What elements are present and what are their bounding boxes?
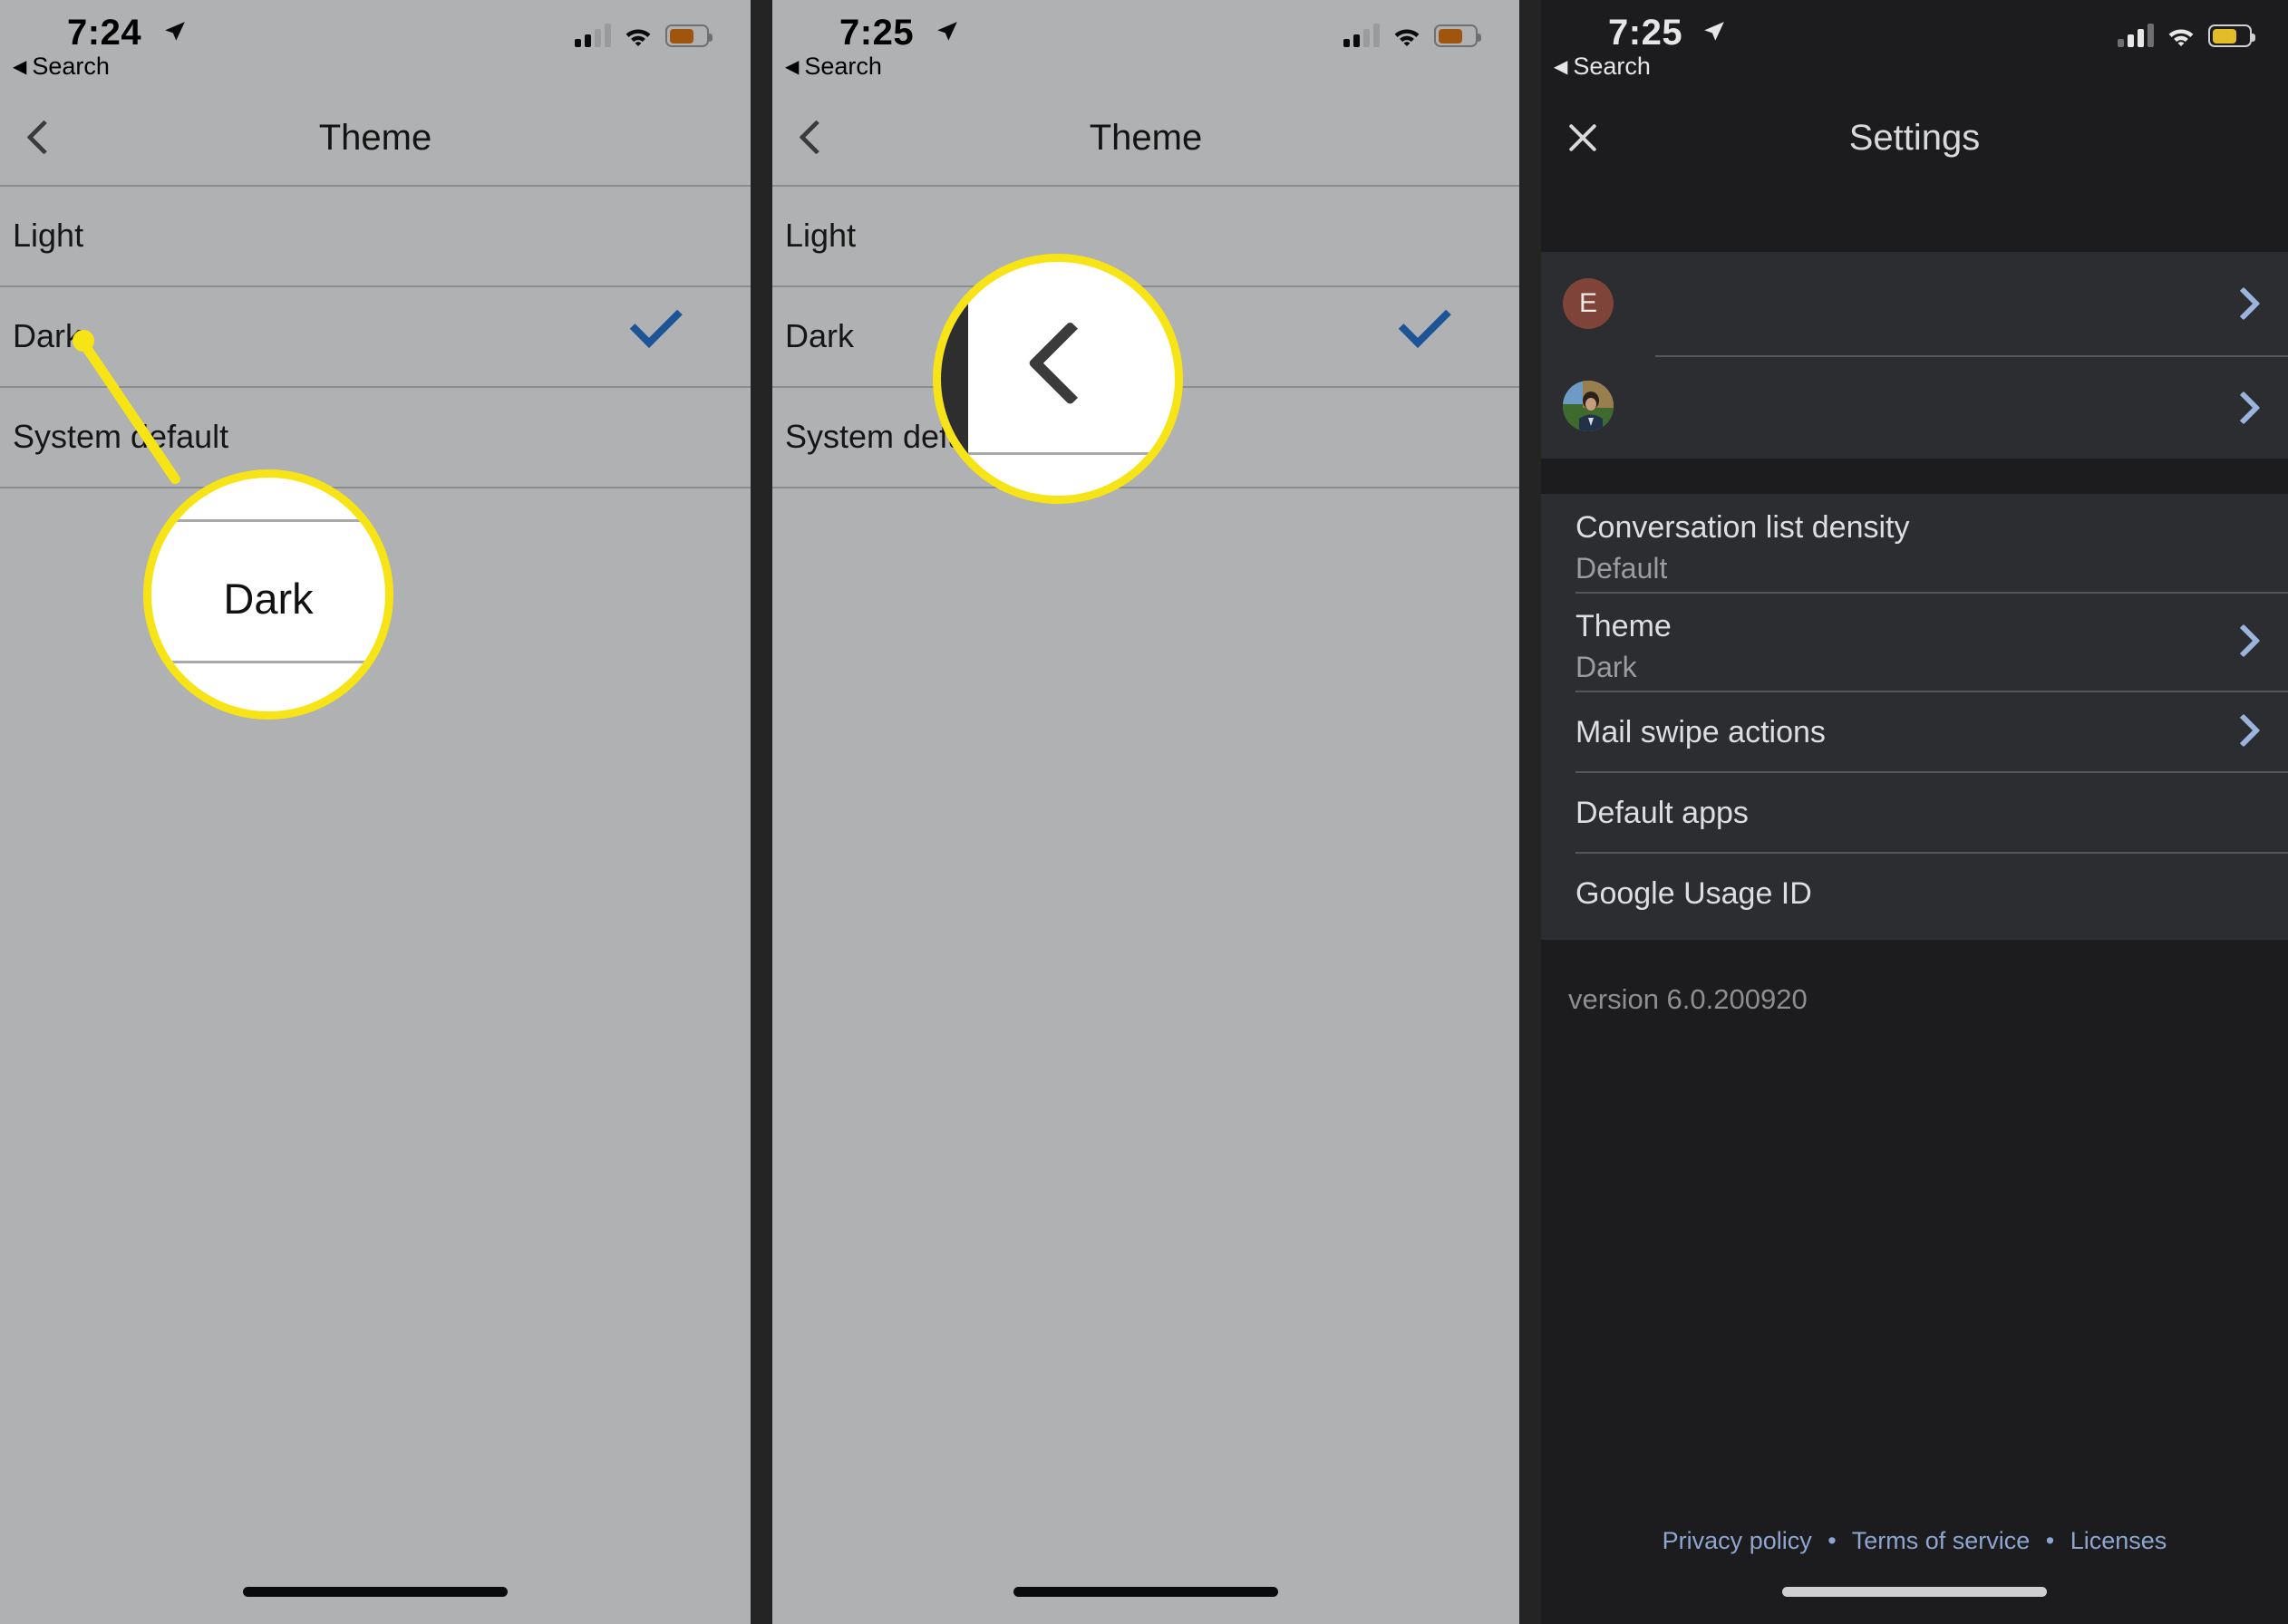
status-icons (1343, 24, 1481, 47)
nav-bar: Settings (1541, 91, 2288, 185)
status-time: 7:25 (839, 13, 915, 53)
theme-option-label: Dark (13, 317, 82, 354)
page-title: Theme (1089, 117, 1203, 158)
account-row[interactable]: E (1541, 252, 2288, 355)
setting-row-mail-swipe-actions[interactable]: Mail swipe actions (1541, 691, 2288, 771)
status-icons (2118, 24, 2255, 47)
setting-value: Default (1575, 552, 1668, 585)
chevron-right-icon (2230, 627, 2257, 654)
licenses-link[interactable]: Licenses (2070, 1527, 2167, 1554)
wifi-icon (1394, 29, 1420, 46)
avatar (1563, 381, 1614, 431)
status-time: 7:25 (1608, 13, 1683, 53)
home-indicator (1782, 1587, 2047, 1597)
location-arrow-icon (165, 22, 185, 41)
home-indicator (243, 1587, 508, 1597)
settings-screen-dark: 7:25 ◀ Search Settings E Conversation li… (1541, 0, 2288, 1624)
status-bar: 7:25 ◀ Search (772, 0, 1519, 91)
magnifier-callout-back-button (933, 254, 1183, 504)
setting-title: Mail swipe actions (1575, 715, 1826, 749)
status-back-to-search[interactable]: ◀ Search (785, 53, 882, 81)
status-time: 7:24 (67, 13, 142, 53)
magnifier-callout-dark-option: Dark (143, 469, 393, 720)
account-row[interactable] (1541, 356, 2288, 459)
setting-row-google-usage-id[interactable]: Google Usage ID (1541, 853, 2288, 934)
status-bar: 7:24 ◀ Search (0, 0, 751, 91)
panel-divider (1519, 0, 1541, 1624)
home-indicator (1013, 1587, 1278, 1597)
theme-screen-light: 7:24 ◀ Search Theme Light Dark System de… (0, 0, 751, 1624)
theme-option-light[interactable]: Light (0, 186, 751, 285)
checkmark-icon (1418, 321, 1465, 352)
status-back-to-search[interactable]: ◀ Search (1554, 53, 1651, 81)
avatar-initial: E (1578, 288, 1597, 318)
version-label: version 6.0.200920 (1568, 983, 1808, 1015)
theme-option-label: Light (13, 217, 84, 254)
theme-option-label: Dark (785, 317, 855, 354)
footer-separator: • (1827, 1527, 1837, 1554)
theme-screen-back-step: 7:25 ◀ Search Theme Light Dark System de… (772, 0, 1519, 1624)
theme-option-dark[interactable]: Dark (0, 286, 751, 386)
privacy-policy-link[interactable]: Privacy policy (1663, 1527, 1812, 1554)
theme-option-system-default[interactable]: System default (0, 387, 751, 487)
status-icons (575, 24, 713, 47)
wifi-icon (2168, 29, 2194, 46)
chevron-right-icon (2230, 290, 2257, 317)
page-title: Theme (318, 117, 432, 158)
setting-title: Google Usage ID (1575, 876, 1812, 911)
wifi-icon (625, 29, 651, 46)
setting-title: Default apps (1575, 796, 1749, 830)
footer-separator: • (2045, 1527, 2055, 1554)
status-back-to-search[interactable]: ◀ Search (13, 53, 110, 81)
status-back-label: Search (804, 53, 882, 80)
chevron-left-icon (1020, 326, 1095, 401)
theme-option-label: System default (13, 418, 229, 455)
chevron-right-icon (2230, 717, 2257, 744)
setting-row-conversation-list-density[interactable]: Conversation list density Default (1541, 494, 2288, 592)
callout-anchor-dot (73, 330, 94, 352)
location-arrow-icon (1704, 22, 1724, 41)
triangle-left-icon: ◀ (1554, 56, 1568, 77)
location-arrow-icon (937, 22, 957, 41)
setting-title: Theme (1575, 609, 1672, 643)
status-back-label: Search (32, 53, 110, 80)
settings-section: Conversation list density Default Theme … (1541, 494, 2288, 940)
divider (772, 487, 1519, 488)
terms-of-service-link[interactable]: Terms of service (1852, 1527, 2031, 1554)
cellular-signal-icon (2118, 24, 2154, 47)
triangle-left-icon: ◀ (785, 56, 800, 77)
panel-divider (751, 0, 772, 1624)
cellular-signal-icon (1343, 24, 1380, 47)
battery-low-power-icon (2208, 24, 2255, 47)
nav-bar: Theme (0, 91, 751, 185)
avatar: E (1563, 278, 1614, 329)
status-bar: 7:25 ◀ Search (1541, 0, 2288, 91)
setting-row-default-apps[interactable]: Default apps (1541, 772, 2288, 852)
nav-bar: Theme (772, 91, 1519, 185)
battery-low-power-icon (1434, 24, 1481, 47)
cellular-signal-icon (575, 24, 611, 47)
setting-row-theme[interactable]: Theme Dark (1541, 593, 2288, 691)
accounts-section: E (1541, 252, 2288, 459)
checkmark-icon (649, 321, 696, 352)
status-back-label: Search (1573, 53, 1651, 80)
theme-option-label: Light (785, 217, 857, 254)
setting-title: Conversation list density (1575, 510, 1910, 545)
divider (0, 487, 751, 488)
triangle-left-icon: ◀ (13, 56, 27, 77)
setting-value: Dark (1575, 651, 1637, 683)
page-title: Settings (1848, 117, 1981, 158)
footer-links: Privacy policy • Terms of service • Lice… (1541, 1527, 2288, 1555)
magnifier-label: Dark (223, 575, 314, 623)
chevron-right-icon (2230, 394, 2257, 421)
theme-option-light[interactable]: Light (772, 186, 1519, 285)
avatar-photo (1563, 381, 1614, 431)
battery-low-power-icon (665, 24, 713, 47)
